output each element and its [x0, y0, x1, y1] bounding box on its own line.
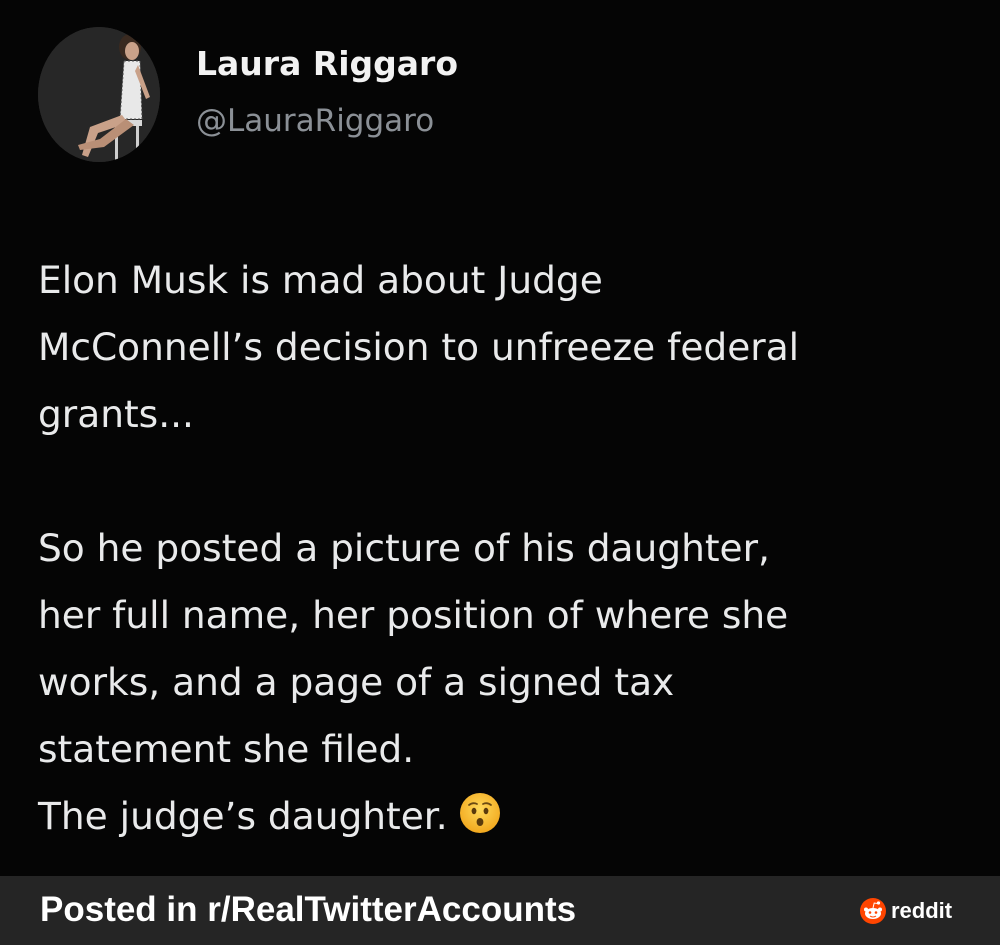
tweet-text: Elon Musk is mad about Judge McConnell’s…	[38, 247, 988, 856]
reddit-badge[interactable]: reddit	[860, 898, 952, 924]
tweet-line: her full name, her position of where she	[38, 593, 789, 637]
reddit-wordmark: reddit	[891, 898, 953, 923]
posted-in-label[interactable]: Posted in r/RealTwitterAccounts	[40, 890, 576, 930]
avatar[interactable]	[38, 27, 160, 162]
footer-bar: Posted in r/RealTwitterAccounts reddit	[0, 876, 1000, 945]
avatar-photo	[38, 27, 160, 162]
reddit-snoo-icon	[860, 898, 886, 924]
tweet-line: Elon Musk is mad about Judge	[38, 258, 603, 302]
hushed-face-emoji	[458, 789, 502, 856]
tweet-line: So he posted a picture of his daughter,	[38, 526, 770, 570]
tweet-line-text: The judge’s daughter.	[38, 794, 448, 838]
author-name[interactable]: Laura Riggaro	[196, 44, 458, 83]
tweet-line: statement she filed.	[38, 727, 415, 771]
tweet-card: Laura Riggaro @LauraRiggaro Elon Musk is…	[0, 0, 1000, 876]
tweet-line: grants...	[38, 392, 194, 436]
tweet-last-line: The judge’s daughter.	[38, 783, 988, 856]
tweet-line: works, and a page of a signed tax	[38, 660, 675, 704]
author-handle[interactable]: @LauraRiggaro	[196, 103, 434, 139]
tweet-line: McConnell’s decision to unfreeze federal	[38, 325, 800, 369]
